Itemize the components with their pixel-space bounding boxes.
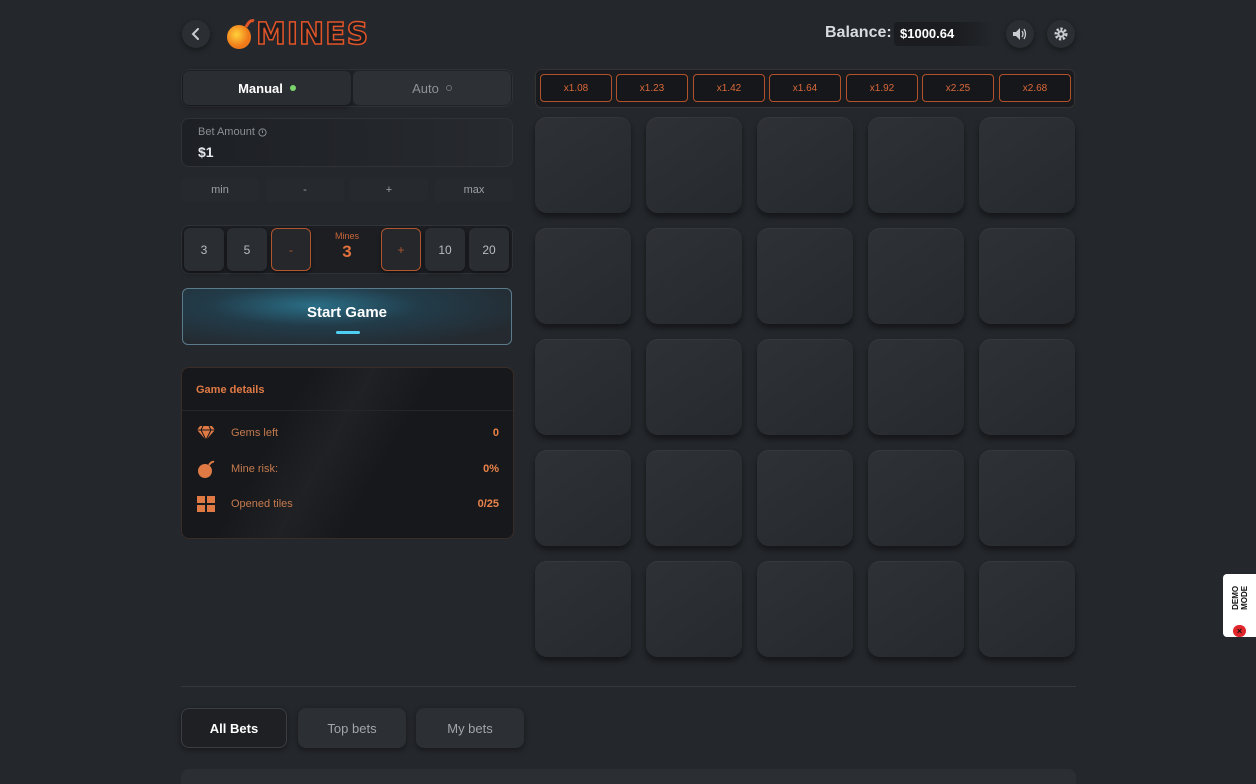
bet-amount-label-row: Bet Amount	[198, 126, 267, 138]
multiplier-chip: x2.68	[999, 74, 1071, 102]
detail-label: Opened tiles	[231, 498, 293, 510]
mine-tile[interactable]	[868, 228, 964, 324]
tab-manual[interactable]: Manual	[183, 71, 351, 105]
mine-tile[interactable]	[535, 339, 631, 435]
active-dot-icon	[289, 85, 296, 91]
mine-tile[interactable]	[535, 117, 631, 213]
mine-tile[interactable]	[979, 561, 1075, 657]
detail-label: Mine risk:	[231, 463, 279, 475]
mines-preset-10[interactable]: 10	[425, 228, 465, 271]
mines-display: Mines 3	[317, 231, 377, 262]
divider	[182, 410, 513, 411]
bomb-icon	[198, 460, 215, 478]
mine-tile[interactable]	[646, 339, 742, 435]
start-game-label: Start Game	[306, 303, 388, 321]
logo: MINES	[226, 16, 369, 52]
bomb-logo-icon	[227, 19, 255, 49]
gear-icon	[1054, 27, 1068, 41]
mine-tile[interactable]	[979, 450, 1075, 546]
detail-label: Gems left	[231, 427, 279, 439]
bets-table-panel	[181, 769, 1076, 784]
tab-manual-label: Manual	[238, 80, 283, 96]
tab-auto-label: Auto	[412, 80, 439, 96]
mines-increase-button[interactable]: +	[381, 228, 421, 271]
bet-amount-label: Bet Amount	[198, 126, 255, 138]
balance-label: Balance:	[825, 24, 892, 41]
sound-button[interactable]	[1006, 20, 1034, 48]
mines-preset-3[interactable]: 3	[184, 228, 224, 271]
multiplier-chip: x1.64	[769, 74, 841, 102]
mine-tile[interactable]	[757, 450, 853, 546]
tab-all-bets[interactable]: All Bets	[181, 708, 287, 748]
settings-button[interactable]	[1047, 20, 1075, 48]
mine-tile[interactable]	[868, 561, 964, 657]
multiplier-bar: x1.08 x1.23 x1.42 x1.64 x1.92 x2.25 x2.6…	[535, 69, 1075, 108]
mine-tile[interactable]	[757, 228, 853, 324]
mines-label: Mines	[334, 231, 359, 241]
mine-tile[interactable]	[868, 450, 964, 546]
mine-tile[interactable]	[979, 117, 1075, 213]
bet-min-button[interactable]: min	[181, 178, 259, 202]
mine-tile[interactable]	[757, 117, 853, 213]
mine-tile[interactable]	[646, 117, 742, 213]
diamond-icon	[197, 425, 215, 441]
bet-max-button[interactable]: max	[435, 178, 513, 202]
start-game-button[interactable]: Start Game	[182, 288, 512, 345]
detail-row-mine-risk: Mine risk: 0%	[196, 459, 499, 479]
multiplier-chip: x2.25	[922, 74, 994, 102]
back-button[interactable]	[182, 20, 210, 48]
chevron-left-icon	[191, 28, 199, 40]
multiplier-chip: x1.08	[540, 74, 612, 102]
mines-count: 3	[342, 242, 352, 261]
mines-decrease-button[interactable]: -	[271, 228, 311, 271]
tab-top-bets[interactable]: Top bets	[298, 708, 406, 748]
mine-tile[interactable]	[757, 561, 853, 657]
mines-selector: 3 5 - Mines 3 + 10 20	[181, 225, 513, 274]
mine-tile[interactable]	[535, 228, 631, 324]
detail-value: 0/25	[477, 498, 499, 510]
multiplier-chip: x1.42	[693, 74, 765, 102]
game-details-title: Game details	[196, 384, 265, 396]
bet-increase-button[interactable]: +	[350, 178, 428, 202]
inactive-dot-icon	[445, 85, 452, 91]
mine-tile[interactable]	[535, 561, 631, 657]
bet-amount-value: $1	[198, 144, 214, 160]
mines-preset-20[interactable]: 20	[469, 228, 509, 271]
detail-row-opened-tiles: Opened tiles 0/25	[196, 494, 499, 514]
mine-tile[interactable]	[868, 117, 964, 213]
mine-tile[interactable]	[535, 450, 631, 546]
mine-tile[interactable]	[868, 339, 964, 435]
mines-preset-5[interactable]: 5	[227, 228, 267, 271]
detail-row-gems: Gems left 0	[196, 423, 499, 443]
info-icon	[258, 127, 267, 137]
mine-tile[interactable]	[979, 339, 1075, 435]
mine-tile[interactable]	[646, 228, 742, 324]
detail-value: 0%	[483, 463, 499, 475]
detail-value: 0	[492, 427, 499, 439]
bet-decrease-button[interactable]: -	[266, 178, 344, 202]
start-indicator	[336, 331, 360, 334]
balance-value: $1000.64	[894, 22, 994, 46]
mine-tile[interactable]	[646, 561, 742, 657]
demo-mode-badge[interactable]: DEMO MODE ×	[1223, 574, 1256, 637]
tab-auto[interactable]: Auto	[353, 71, 511, 105]
mine-tile[interactable]	[979, 228, 1075, 324]
multiplier-chip: x1.92	[846, 74, 918, 102]
tab-my-bets[interactable]: My bets	[416, 708, 524, 748]
logo-text: MINES	[255, 16, 370, 53]
mode-switch: Manual Auto	[181, 69, 513, 107]
bet-amount-field[interactable]: Bet Amount $1	[181, 118, 513, 167]
game-details-panel: Game details Gems left 0 Mine risk: 0% O…	[181, 367, 514, 539]
grid-icon	[197, 496, 215, 512]
demo-mode-label: DEMO MODE	[1230, 585, 1249, 610]
close-icon: ×	[1233, 624, 1246, 637]
mine-tile[interactable]	[757, 339, 853, 435]
section-divider	[181, 686, 1076, 687]
multiplier-chip: x1.23	[616, 74, 688, 102]
speaker-icon	[1013, 28, 1027, 40]
mine-tile[interactable]	[646, 450, 742, 546]
